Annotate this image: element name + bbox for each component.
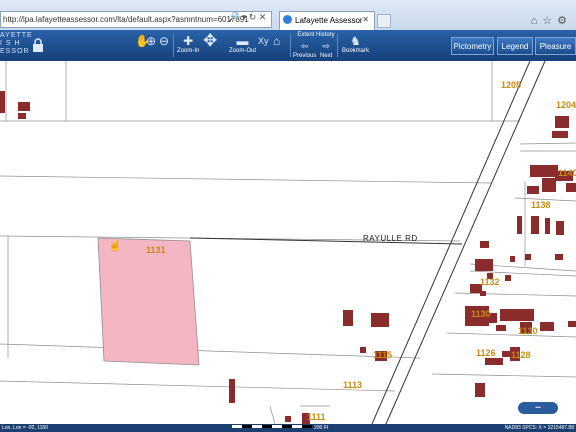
parcel-label: 1204 <box>556 100 576 110</box>
bookmark-icon: ♞ <box>350 34 361 48</box>
browser-tab[interactable]: Lafayette Assessor ✕ <box>279 11 375 30</box>
parcel-label: 1126 <box>476 348 496 358</box>
parcel-label: 1113 <box>343 380 363 390</box>
magnify-minus-icon: ⊖ <box>159 34 170 48</box>
hand-cursor-icon: ☝ <box>108 240 122 252</box>
scale-bar <box>232 425 312 428</box>
home-button[interactable]: ⌂ <box>273 30 280 48</box>
legend-button[interactable]: Legend <box>497 37 533 55</box>
close-icon[interactable]: ✕ <box>362 15 369 24</box>
minus-icon: ▬ <box>236 34 249 48</box>
road-label: RAYULLE RD <box>363 234 418 243</box>
browser-chrome: http://lpa.lafayetteassessor.com/lta/def… <box>0 0 576 31</box>
selected-parcel[interactable] <box>97 237 200 366</box>
parcel-label: 1111 <box>307 412 326 422</box>
full-extent-button[interactable]: ✥ <box>203 30 218 50</box>
parcel-label: 1130 <box>471 309 491 319</box>
status-coords-right: NAD83 SPCS: X = 3215487.88 <box>504 425 574 431</box>
tab-title: Lafayette Assessor <box>295 16 363 25</box>
plus-icon: ✚ <box>183 34 194 48</box>
parcel-label: 1130 <box>518 326 538 336</box>
status-coords-left: Lon, Lon = -92, 1160 <box>2 425 48 431</box>
magnify-plus-icon: ⊕ <box>146 34 157 48</box>
next-button[interactable]: ⇨ Next <box>320 39 332 59</box>
toolbar-divider <box>173 34 174 57</box>
zoom-out-small-button[interactable]: ⊖ <box>159 30 169 48</box>
toolbar-divider <box>337 34 338 57</box>
selected-parcel-label: 1131 <box>146 245 166 255</box>
scale-text: 200 Ft <box>314 425 329 431</box>
parcel-layer <box>0 61 576 424</box>
zoom-in-button[interactable]: ✚ Zoom-In <box>177 30 199 54</box>
browser-right-icons[interactable]: ⌂☆⚙ <box>531 14 572 27</box>
building-footprints <box>0 91 576 424</box>
map-canvas[interactable]: 1205 1204 1140 1138 1131 RAYULLE RD 1132… <box>0 61 576 424</box>
parcel-label: 1140 <box>558 168 576 178</box>
zoom-out-button[interactable]: ▬ Zoom-Out <box>229 30 256 54</box>
arrows-expand-icon: ✥ <box>203 31 218 50</box>
status-bar: Lon, Lon = -92, 1160 200 Ft NAD83 SPCS: … <box>0 424 576 432</box>
address-bar-icons[interactable]: 🔎 ▾ ↻ ✕ <box>228 12 266 23</box>
parcel-label: 1138 <box>531 200 551 210</box>
xy-icon: Xy <box>258 36 269 46</box>
parcel-label: 1132 <box>480 277 500 287</box>
parcel-label: 1205 <box>501 80 522 90</box>
pleasure-button[interactable]: Pleasure <box>535 37 576 55</box>
parcel-label: 1128 <box>511 350 531 360</box>
zoom-in-small-button[interactable]: ⊕ <box>146 30 156 48</box>
new-tab-button[interactable] <box>377 14 391 28</box>
home-icon: ⌂ <box>273 34 281 48</box>
arrow-right-icon: ⇨ <box>322 41 330 51</box>
map-source-badge[interactable]: ••• <box>518 402 558 414</box>
extent-history-group: Extent History <box>297 32 335 38</box>
lock-icon[interactable] <box>31 38 45 52</box>
arrow-left-icon: ⇦ <box>300 41 309 51</box>
bookmark-button[interactable]: ♞ Bookmark <box>342 30 369 54</box>
ie-icon <box>283 15 292 24</box>
xy-button[interactable]: Xy <box>258 30 269 48</box>
parcel-label: 1115 <box>373 350 393 360</box>
pictometry-button[interactable]: Pictometry <box>451 37 494 55</box>
toolbar-divider <box>290 34 291 57</box>
previous-button[interactable]: ⇦ Previous <box>293 39 316 59</box>
